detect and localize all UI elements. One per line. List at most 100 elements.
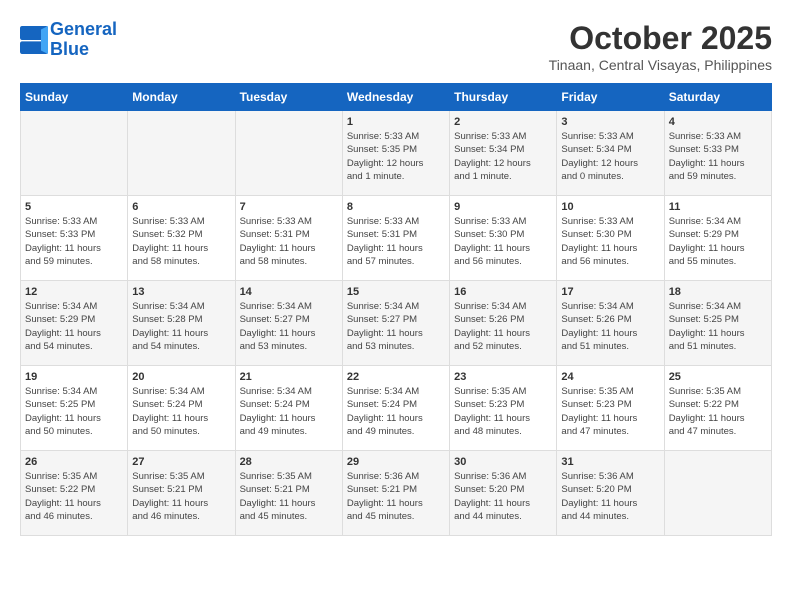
day-number: 28 <box>240 456 338 468</box>
day-info: Sunrise: 5:35 AM Sunset: 5:21 PM Dayligh… <box>240 470 338 523</box>
header-row: SundayMondayTuesdayWednesdayThursdayFrid… <box>21 84 772 111</box>
day-info: Sunrise: 5:36 AM Sunset: 5:20 PM Dayligh… <box>454 470 552 523</box>
day-info: Sunrise: 5:36 AM Sunset: 5:21 PM Dayligh… <box>347 470 445 523</box>
day-info: Sunrise: 5:33 AM Sunset: 5:33 PM Dayligh… <box>669 130 767 183</box>
col-header-tuesday: Tuesday <box>235 84 342 111</box>
day-number: 26 <box>25 456 123 468</box>
day-number: 22 <box>347 371 445 383</box>
header: General Blue October 2025 Tinaan, Centra… <box>20 20 772 73</box>
day-number: 25 <box>669 371 767 383</box>
calendar-cell: 29Sunrise: 5:36 AM Sunset: 5:21 PM Dayli… <box>342 451 449 536</box>
day-number: 4 <box>669 116 767 128</box>
day-number: 31 <box>561 456 659 468</box>
calendar-cell: 20 Sunrise: 5:34 AM Sunset: 5:24 PM Dayli… <box>128 366 235 451</box>
day-info: Sunrise: 5:35 AM Sunset: 5:22 PM Dayligh… <box>669 385 767 438</box>
day-number: 10 <box>561 201 659 213</box>
calendar-cell: 7Sunrise: 5:33 AM Sunset: 5:31 PM Daylig… <box>235 196 342 281</box>
day-info: Sunrise: 5:33 AM Sunset: 5:34 PM Dayligh… <box>561 130 659 183</box>
day-number: 9 <box>454 201 552 213</box>
day-info: Sunrise: 5:34 AM Sunset: 5:27 PM Dayligh… <box>240 300 338 353</box>
col-header-monday: Monday <box>128 84 235 111</box>
calendar-cell: 23Sunrise: 5:35 AM Sunset: 5:23 PM Dayli… <box>450 366 557 451</box>
day-info: Sunrise: 5:34 AM Sunset: 5:29 PM Dayligh… <box>25 300 123 353</box>
day-info: Sunrise: 5:33 AM Sunset: 5:30 PM Dayligh… <box>454 215 552 268</box>
calendar-cell: 4 Sunrise: 5:33 AM Sunset: 5:33 PM Daylig… <box>664 111 771 196</box>
calendar-cell <box>235 111 342 196</box>
calendar-cell <box>21 111 128 196</box>
day-number: 17 <box>561 286 659 298</box>
calendar-cell: 2 Sunrise: 5:33 AM Sunset: 5:34 PM Daylig… <box>450 111 557 196</box>
day-number: 5 <box>25 201 123 213</box>
day-info: Sunrise: 5:34 AM Sunset: 5:29 PM Dayligh… <box>669 215 767 268</box>
calendar-cell: 28 Sunrise: 5:35 AM Sunset: 5:21 PM Dayli… <box>235 451 342 536</box>
calendar-cell: 8Sunrise: 5:33 AM Sunset: 5:31 PM Daylig… <box>342 196 449 281</box>
calendar-cell <box>128 111 235 196</box>
day-info: Sunrise: 5:33 AM Sunset: 5:34 PM Dayligh… <box>454 130 552 183</box>
day-number: 15 <box>347 286 445 298</box>
day-info: Sunrise: 5:35 AM Sunset: 5:23 PM Dayligh… <box>561 385 659 438</box>
calendar-cell: 3 Sunrise: 5:33 AM Sunset: 5:34 PM Daylig… <box>557 111 664 196</box>
day-number: 8 <box>347 201 445 213</box>
day-number: 20 <box>132 371 230 383</box>
calendar-cell: 26 Sunrise: 5:35 AM Sunset: 5:22 PM Dayli… <box>21 451 128 536</box>
calendar-cell: 16 Sunrise: 5:34 AM Sunset: 5:26 PM Dayli… <box>450 281 557 366</box>
day-number: 14 <box>240 286 338 298</box>
calendar-cell <box>664 451 771 536</box>
week-row-3: 12 Sunrise: 5:34 AM Sunset: 5:29 PM Dayli… <box>21 281 772 366</box>
day-number: 6 <box>132 201 230 213</box>
day-number: 12 <box>25 286 123 298</box>
calendar-cell: 31 Sunrise: 5:36 AM Sunset: 5:20 PM Dayli… <box>557 451 664 536</box>
day-info: Sunrise: 5:34 AM Sunset: 5:24 PM Dayligh… <box>240 385 338 438</box>
day-number: 27 <box>132 456 230 468</box>
day-info: Sunrise: 5:35 AM Sunset: 5:22 PM Dayligh… <box>25 470 123 523</box>
calendar-cell: 11Sunrise: 5:34 AM Sunset: 5:29 PM Dayli… <box>664 196 771 281</box>
calendar-cell: 12 Sunrise: 5:34 AM Sunset: 5:29 PM Dayli… <box>21 281 128 366</box>
calendar-cell: 24 Sunrise: 5:35 AM Sunset: 5:23 PM Dayli… <box>557 366 664 451</box>
logo-icon <box>20 26 48 54</box>
logo-text: General Blue <box>50 20 117 60</box>
logo-blue: Blue <box>50 39 89 59</box>
day-info: Sunrise: 5:36 AM Sunset: 5:20 PM Dayligh… <box>561 470 659 523</box>
calendar-cell: 17Sunrise: 5:34 AM Sunset: 5:26 PM Dayli… <box>557 281 664 366</box>
calendar-cell: 5 Sunrise: 5:33 AM Sunset: 5:33 PM Daylig… <box>21 196 128 281</box>
col-header-friday: Friday <box>557 84 664 111</box>
day-number: 18 <box>669 286 767 298</box>
week-row-4: 19 Sunrise: 5:34 AM Sunset: 5:25 PM Dayli… <box>21 366 772 451</box>
title-block: October 2025 Tinaan, Central Visayas, Ph… <box>549 20 772 73</box>
day-info: Sunrise: 5:34 AM Sunset: 5:24 PM Dayligh… <box>347 385 445 438</box>
day-number: 23 <box>454 371 552 383</box>
day-info: Sunrise: 5:34 AM Sunset: 5:24 PM Dayligh… <box>132 385 230 438</box>
day-info: Sunrise: 5:34 AM Sunset: 5:27 PM Dayligh… <box>347 300 445 353</box>
logo: General Blue <box>20 20 117 60</box>
col-header-thursday: Thursday <box>450 84 557 111</box>
week-row-2: 5 Sunrise: 5:33 AM Sunset: 5:33 PM Daylig… <box>21 196 772 281</box>
calendar-cell: 6Sunrise: 5:33 AM Sunset: 5:32 PM Daylig… <box>128 196 235 281</box>
calendar-cell: 13Sunrise: 5:34 AM Sunset: 5:28 PM Dayli… <box>128 281 235 366</box>
day-info: Sunrise: 5:33 AM Sunset: 5:30 PM Dayligh… <box>561 215 659 268</box>
day-info: Sunrise: 5:34 AM Sunset: 5:26 PM Dayligh… <box>454 300 552 353</box>
day-info: Sunrise: 5:34 AM Sunset: 5:25 PM Dayligh… <box>669 300 767 353</box>
day-info: Sunrise: 5:33 AM Sunset: 5:35 PM Dayligh… <box>347 130 445 183</box>
day-number: 3 <box>561 116 659 128</box>
day-info: Sunrise: 5:35 AM Sunset: 5:21 PM Dayligh… <box>132 470 230 523</box>
page: General Blue October 2025 Tinaan, Centra… <box>0 0 792 546</box>
day-number: 16 <box>454 286 552 298</box>
calendar-cell: 1 Sunrise: 5:33 AM Sunset: 5:35 PM Daylig… <box>342 111 449 196</box>
day-info: Sunrise: 5:33 AM Sunset: 5:33 PM Dayligh… <box>25 215 123 268</box>
day-number: 1 <box>347 116 445 128</box>
week-row-1: 1 Sunrise: 5:33 AM Sunset: 5:35 PM Daylig… <box>21 111 772 196</box>
calendar-cell: 27 Sunrise: 5:35 AM Sunset: 5:21 PM Dayli… <box>128 451 235 536</box>
calendar-cell: 18 Sunrise: 5:34 AM Sunset: 5:25 PM Dayli… <box>664 281 771 366</box>
col-header-saturday: Saturday <box>664 84 771 111</box>
day-number: 2 <box>454 116 552 128</box>
day-info: Sunrise: 5:34 AM Sunset: 5:25 PM Dayligh… <box>25 385 123 438</box>
calendar-cell: 9 Sunrise: 5:33 AM Sunset: 5:30 PM Daylig… <box>450 196 557 281</box>
day-number: 24 <box>561 371 659 383</box>
day-number: 30 <box>454 456 552 468</box>
calendar-cell: 19 Sunrise: 5:34 AM Sunset: 5:25 PM Dayli… <box>21 366 128 451</box>
main-title: October 2025 <box>549 20 772 57</box>
calendar-table: SundayMondayTuesdayWednesdayThursdayFrid… <box>20 83 772 536</box>
calendar-cell: 25 Sunrise: 5:35 AM Sunset: 5:22 PM Dayli… <box>664 366 771 451</box>
day-number: 7 <box>240 201 338 213</box>
day-number: 19 <box>25 371 123 383</box>
